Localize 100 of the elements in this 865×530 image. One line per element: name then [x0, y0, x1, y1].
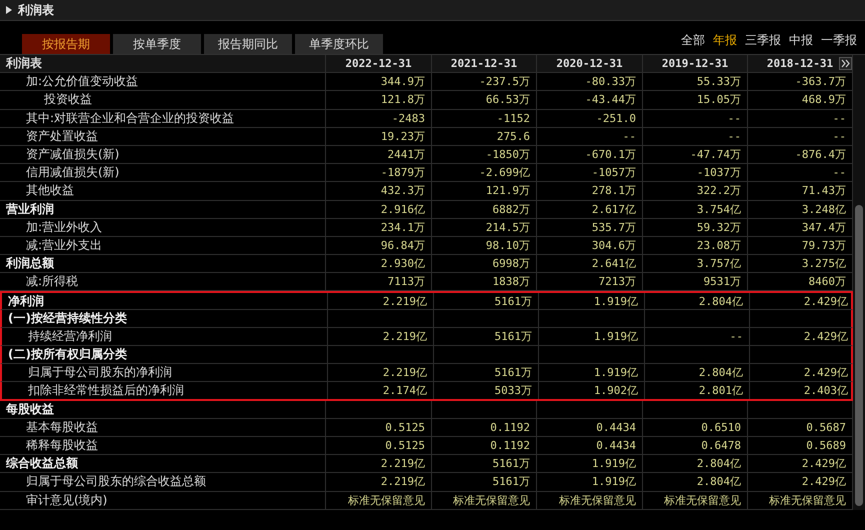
value-cell: 2.804亿	[698, 365, 743, 380]
value-cell: 1.919亿	[592, 456, 636, 472]
value-cell: 2.916亿	[380, 202, 425, 217]
row-label: (一)按经营持续性分类	[8, 310, 127, 327]
column-header: 2021-12-31	[432, 55, 537, 72]
value-cell: 5161万	[494, 365, 532, 380]
value-cell: 2.174亿	[382, 382, 427, 398]
value-cell: 1.919亿	[594, 365, 638, 380]
column-header: 利润表	[0, 55, 326, 72]
row-label: 其他收益	[26, 182, 74, 200]
value-cell: -670.1万	[585, 147, 636, 162]
value-cell: 2.219亿	[382, 328, 427, 344]
value-cell: 66.53万	[486, 92, 530, 108]
row-label: 综合收益总额	[6, 455, 78, 472]
value-cell: 0.4434	[596, 439, 636, 452]
value-cell: 59.32万	[696, 220, 741, 235]
value-cell: -1037万	[696, 165, 741, 180]
value-cell: 标准无保留意见	[348, 492, 425, 508]
row-label: 减:所得税	[26, 273, 78, 290]
value-cell: 2.804亿	[696, 456, 741, 472]
value-cell: 2.429亿	[804, 328, 848, 344]
value-cell: 304.6万	[592, 238, 636, 253]
tab[interactable]: 按单季度	[113, 34, 201, 54]
value-cell: 2.219亿	[382, 294, 427, 309]
value-cell: -2.699亿	[479, 165, 530, 180]
row-label: 每股收益	[6, 400, 54, 418]
value-cell: 2.804亿	[698, 294, 743, 309]
value-cell: -876.4万	[795, 147, 846, 162]
row-label: 利润总额	[6, 255, 54, 272]
value-cell: 535.7万	[592, 220, 636, 235]
value-cell: 标准无保留意见	[453, 492, 530, 508]
row-label: 其中:对联营企业和合营企业的投资收益	[26, 110, 234, 127]
row-label: 资产减值损失(新)	[26, 146, 120, 164]
value-cell: 214.5万	[486, 220, 530, 235]
value-cell: 121.9万	[486, 183, 530, 198]
value-cell: 1.919亿	[592, 474, 636, 490]
column-header: 2019-12-31	[643, 55, 748, 72]
value-cell: 278.1万	[592, 183, 636, 198]
row-label: 审计意见(境内)	[26, 492, 108, 509]
value-cell: 2441万	[388, 147, 425, 162]
expand-triangle-icon[interactable]	[6, 6, 12, 14]
value-cell: 标准无保留意见	[559, 492, 636, 508]
value-cell: 347.4万	[802, 220, 846, 235]
period-filter[interactable]: 一季报	[819, 32, 859, 49]
value-cell: -47.74万	[690, 147, 741, 162]
row-label: 加:公允价值变动收益	[26, 73, 138, 90]
value-cell: 8460万	[808, 274, 846, 290]
value-cell: 2.219亿	[380, 456, 425, 472]
value-cell: 79.73万	[802, 238, 846, 253]
value-cell: 1.919亿	[594, 328, 638, 344]
tab[interactable]: 报告期同比	[204, 34, 292, 54]
value-cell: 275.6	[496, 130, 530, 143]
scroll-right-button[interactable]	[839, 57, 852, 70]
value-cell: -1152	[496, 112, 530, 125]
value-cell: 344.9万	[380, 74, 425, 90]
period-filter[interactable]: 年报	[711, 32, 739, 49]
value-cell: 15.05万	[696, 92, 741, 108]
tab[interactable]: 按报告期	[22, 34, 110, 54]
row-label: 归属于母公司股东的净利润	[28, 364, 172, 382]
value-cell: 0.5125	[385, 439, 425, 452]
value-cell: --	[832, 130, 846, 143]
value-cell: 2.641亿	[592, 256, 636, 272]
value-cell: --	[832, 112, 846, 125]
value-cell: -43.44万	[585, 92, 636, 108]
tab[interactable]: 单季度环比	[295, 34, 383, 54]
value-cell: 7113万	[388, 274, 425, 290]
value-cell: --	[730, 330, 743, 343]
value-cell: 1838万	[492, 274, 530, 290]
value-cell: 0.1192	[490, 420, 530, 434]
period-filter[interactable]: 中报	[787, 32, 815, 49]
scrollbar[interactable]	[853, 55, 865, 510]
value-cell: 3.275亿	[802, 256, 846, 272]
value-cell: 7213万	[598, 274, 636, 290]
value-cell: 5161万	[492, 456, 530, 472]
value-cell: 71.43万	[802, 183, 846, 198]
value-cell: 标准无保留意见	[664, 492, 741, 508]
period-filter[interactable]: 三季报	[743, 32, 783, 49]
value-cell: --	[832, 166, 846, 180]
value-cell: -1057万	[592, 165, 636, 180]
scrollbar-thumb[interactable]	[855, 205, 863, 506]
value-cell: 标准无保留意见	[769, 492, 846, 508]
value-cell: 3.248亿	[802, 202, 846, 217]
value-cell: 9531万	[704, 274, 741, 290]
value-cell: --	[728, 112, 741, 125]
value-cell: 3.754亿	[696, 202, 741, 217]
period-filter[interactable]: 全部	[679, 32, 707, 49]
panel-title: 利润表	[18, 2, 54, 18]
value-cell: 432.3万	[380, 183, 425, 198]
value-cell: -2483	[392, 112, 425, 125]
row-label: (二)按所有权归属分类	[8, 346, 127, 364]
value-cell: --	[728, 130, 741, 143]
row-label: 扣除非经常性损益后的净利润	[28, 382, 184, 399]
value-cell: 0.5125	[385, 420, 425, 434]
row-label: 稀释每股收益	[26, 437, 98, 454]
value-cell: -80.33万	[585, 74, 636, 90]
value-cell: 5161万	[492, 474, 530, 490]
row-label: 营业利润	[6, 200, 54, 218]
value-cell: -363.7万	[795, 74, 846, 90]
value-cell: 6998万	[492, 256, 530, 272]
value-cell: 0.6510	[701, 420, 741, 434]
